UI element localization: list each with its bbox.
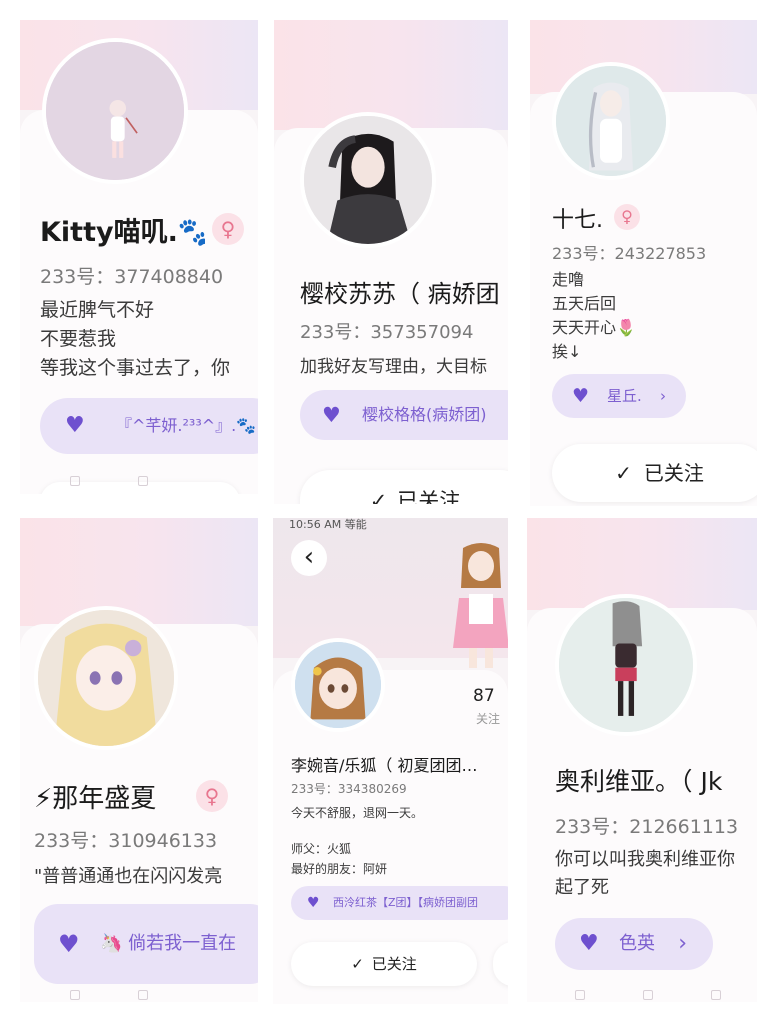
female-badge: ♀: [196, 780, 228, 812]
avatar[interactable]: [34, 606, 178, 750]
profile-card-liwanyin: 10:56 AM 等能 ‹ 87 关注 李婉音/乐狐（ 初夏团团… 233号：3…: [273, 518, 508, 1004]
bio-text: 走噜 五天后回 天天开心🌷 挨↓: [552, 270, 636, 361]
avatar-figure: [559, 598, 693, 732]
master-text: 师父：火狐: [291, 842, 352, 856]
heart-icon: ♥: [65, 413, 85, 438]
follow-button[interactable]: ✓ 已关注: [552, 444, 757, 502]
follow-button[interactable]: ✓ 已关注: [300, 470, 508, 504]
profile-card-nanian: ⚡那年盛夏 ♀ 233号：310946133 "普普通通也在闪闪发亮 ♥ 🦄 倘…: [20, 518, 258, 1002]
chevron-right-icon: ›: [660, 387, 666, 405]
follow-count[interactable]: 87: [473, 686, 508, 706]
avatar-figure: [38, 610, 174, 746]
check-icon: ✓: [369, 489, 388, 504]
profile-name: 奥利维亚。（ Jk: [555, 767, 723, 796]
back-button[interactable]: ‹: [291, 540, 327, 576]
nav-indicators: [70, 990, 148, 1000]
character-model: [443, 538, 508, 668]
heart-icon: ♥: [579, 931, 599, 956]
guild-pill-label: 樱校格格(病娇团): [362, 405, 487, 424]
header-band: [274, 20, 508, 130]
user-id: 233号：334380269: [291, 782, 407, 796]
user-id: 233号：357357094: [300, 322, 474, 343]
profile-name: Kitty喵叽.🐾: [40, 217, 205, 248]
back-arrow-icon: ‹: [303, 542, 315, 572]
check-icon: ✓: [615, 461, 632, 485]
bio-text: 今天不舒服，退网一天。: [291, 806, 424, 820]
profile-card-olivia: 奥利维亚。（ Jk 233号：212661113 你可以叫我奥利维亚你 起了死 …: [527, 518, 757, 1002]
guild-pill-label: 『^芊妍.²³³^』.🐾: [116, 416, 257, 435]
character-model-figure: [453, 543, 508, 668]
follow-button[interactable]: ✓ 已关注: [291, 942, 477, 986]
profile-name: 樱校苏苏（ 病娇团: [300, 280, 500, 308]
avatar[interactable]: [555, 594, 697, 736]
status-bar-time: 10:56 AM 等能: [289, 518, 367, 531]
avatar-figure: [295, 642, 381, 728]
best-friend-text: 最好的朋友：阿妍: [291, 862, 388, 876]
profile-name: 十七.: [552, 208, 603, 233]
user-id: 233号：212661113: [555, 816, 739, 838]
avatar[interactable]: [552, 62, 670, 180]
header-band: [20, 518, 258, 626]
guild-pill[interactable]: ♥ 樱校格格(病娇团): [300, 390, 508, 440]
guild-pill[interactable]: ♥ 🦄 倘若我一直在: [34, 904, 258, 984]
guild-pill-label: 色英: [619, 933, 655, 954]
bio-text: 你可以叫我奥利维亚你 起了死: [555, 849, 735, 898]
guild-pill-label: 星丘.: [607, 387, 642, 405]
bio-text: 加我好友写理由，大目标: [300, 357, 487, 377]
nav-indicators: [575, 990, 721, 1000]
user-id: 233号：377408840: [40, 266, 224, 288]
heart-icon: ♥: [58, 930, 80, 958]
follow-label: 已关注: [397, 489, 461, 504]
heart-icon: ♥: [572, 385, 590, 407]
heart-icon: ♥: [307, 895, 320, 911]
check-icon: ✓: [351, 955, 364, 973]
guild-pill[interactable]: ♥ 『^芊妍.²³³^』.🐾: [40, 398, 258, 454]
avatar-figure: [304, 116, 432, 244]
guild-pill[interactable]: ♥ 色英 ›: [555, 918, 713, 970]
avatar-figure: [556, 66, 666, 176]
nav-indicators: [70, 476, 148, 486]
female-icon: ♀: [220, 217, 236, 241]
profile-card-yingxiao: 樱校苏苏（ 病娇团 233号：357357094 加我好友写理由，大目标 ♥ 樱…: [274, 20, 508, 504]
profile-card-kitty: Kitty喵叽.🐾 ♀ 233号：377408840 最近脾气不好 不要惹我 等…: [20, 20, 258, 494]
heart-icon: ♥: [322, 403, 341, 427]
avatar[interactable]: [42, 38, 188, 184]
avatar-figure: [46, 42, 184, 180]
follow-label: 已关注: [371, 955, 417, 973]
guild-pill[interactable]: ♥ 西泠红茶【Z团】【病娇团副团: [291, 886, 508, 920]
guild-pill[interactable]: ♥ 星丘. ›: [552, 374, 686, 418]
guild-pill-label: 🦄 倘若我一直在: [100, 933, 237, 954]
profile-name: ⚡那年盛夏: [34, 784, 157, 814]
bio-text: "普普通通也在闪闪发亮: [34, 866, 223, 887]
female-badge: ♀: [614, 204, 640, 230]
bio-text: 最近脾气不好 不要惹我 等我这个事过去了，你: [40, 299, 231, 379]
profile-name: 李婉音/乐狐（ 初夏团团…: [291, 756, 478, 775]
user-id: 233号：243227853: [552, 244, 707, 263]
female-badge: ♀: [212, 213, 244, 245]
female-icon: ♀: [204, 784, 220, 808]
chevron-right-icon: ›: [678, 931, 687, 956]
follow-label: 已关注: [643, 461, 704, 485]
avatar[interactable]: [291, 638, 385, 732]
follow-count-label: 关注: [476, 712, 501, 726]
user-id: 233号：310946133: [34, 830, 218, 852]
guild-pill-label: 西泠红茶【Z团】【病娇团副团: [333, 896, 479, 909]
profile-card-shiqi: 十七. ♀ 233号：243227853 走噜 五天后回 天天开心🌷 挨↓ ♥ …: [530, 20, 757, 506]
avatar[interactable]: [300, 112, 436, 248]
female-icon: ♀: [621, 207, 633, 226]
